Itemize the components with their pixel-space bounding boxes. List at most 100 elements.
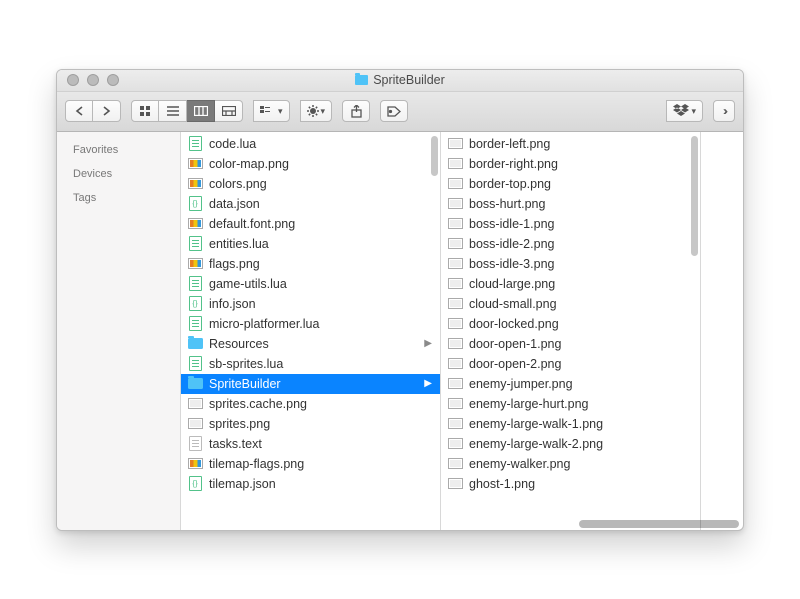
file-icon — [187, 456, 203, 472]
column-1[interactable]: border-left.png border-right.png border-to… — [441, 132, 701, 530]
file-row[interactable]: door-open-1.png — [441, 334, 700, 354]
file-row[interactable]: enemy-large-walk-1.png — [441, 414, 700, 434]
file-name: enemy-walker.png — [469, 457, 570, 471]
file-row[interactable]: boss-idle-1.png — [441, 214, 700, 234]
file-icon — [447, 176, 463, 192]
file-name: colors.png — [209, 177, 267, 191]
file-name: game-utils.lua — [209, 277, 287, 291]
file-row[interactable]: tilemap.json — [181, 474, 440, 494]
file-name: info.json — [209, 297, 256, 311]
file-icon — [187, 396, 203, 412]
file-row[interactable]: cloud-large.png — [441, 274, 700, 294]
action-group: ▾ — [300, 100, 333, 122]
file-name: micro-platformer.lua — [209, 317, 319, 331]
file-row[interactable]: enemy-large-hurt.png — [441, 394, 700, 414]
file-row[interactable]: color-map.png — [181, 154, 440, 174]
horizontal-scroll-thumb[interactable] — [579, 520, 739, 528]
file-row[interactable]: border-left.png — [441, 134, 700, 154]
arrange-button[interactable]: ▾ — [253, 100, 290, 122]
file-name: tilemap-flags.png — [209, 457, 304, 471]
file-row[interactable]: micro-platformer.lua — [181, 314, 440, 334]
file-row[interactable]: sprites.cache.png — [181, 394, 440, 414]
file-row[interactable]: info.json — [181, 294, 440, 314]
file-name: border-right.png — [469, 157, 558, 171]
file-row[interactable]: boss-hurt.png — [441, 194, 700, 214]
nav-buttons — [65, 100, 121, 122]
share-button[interactable] — [342, 100, 370, 122]
horizontal-scrollbar[interactable] — [309, 520, 739, 528]
file-icon — [447, 376, 463, 392]
file-row[interactable]: border-top.png — [441, 174, 700, 194]
zoom-button[interactable] — [107, 74, 119, 86]
file-row[interactable]: data.json — [181, 194, 440, 214]
file-row[interactable]: door-locked.png — [441, 314, 700, 334]
file-row[interactable]: tasks.text — [181, 434, 440, 454]
traffic-lights — [57, 74, 119, 86]
file-name: door-open-1.png — [469, 337, 561, 351]
vertical-scroll-thumb[interactable] — [691, 136, 698, 256]
file-icon — [187, 216, 203, 232]
file-icon — [447, 216, 463, 232]
file-row[interactable]: SpriteBuilder▶ — [181, 374, 440, 394]
file-row[interactable]: cloud-small.png — [441, 294, 700, 314]
file-row[interactable]: flags.png — [181, 254, 440, 274]
file-row[interactable]: entities.lua — [181, 234, 440, 254]
column-0[interactable]: code.lua color-map.png colors.png data.json… — [181, 132, 441, 530]
sidebar-item-tags[interactable]: Tags — [57, 186, 180, 210]
file-name: cloud-large.png — [469, 277, 555, 291]
file-icon — [187, 156, 203, 172]
file-icon — [447, 196, 463, 212]
file-name: tilemap.json — [209, 477, 276, 491]
file-name: boss-hurt.png — [469, 197, 545, 211]
view-columns-button[interactable] — [187, 100, 215, 122]
file-row[interactable]: code.lua — [181, 134, 440, 154]
arrange-group: ▾ — [253, 100, 290, 122]
file-row[interactable]: Resources▶ — [181, 334, 440, 354]
file-row[interactable]: enemy-large-walk-2.png — [441, 434, 700, 454]
dropbox-button[interactable]: ▾ — [666, 100, 703, 122]
file-row[interactable]: door-open-2.png — [441, 354, 700, 374]
view-coverflow-button[interactable] — [215, 100, 243, 122]
titlebar[interactable]: SpriteBuilder — [57, 70, 743, 92]
file-row[interactable]: sprites.png — [181, 414, 440, 434]
file-row[interactable]: enemy-walker.png — [441, 454, 700, 474]
close-button[interactable] — [67, 74, 79, 86]
file-icon — [447, 156, 463, 172]
file-name: boss-idle-1.png — [469, 217, 554, 231]
file-icon — [187, 356, 203, 372]
file-name: door-locked.png — [469, 317, 559, 331]
file-row[interactable]: default.font.png — [181, 214, 440, 234]
tags-button[interactable] — [380, 100, 408, 122]
file-name: color-map.png — [209, 157, 289, 171]
file-row[interactable]: border-right.png — [441, 154, 700, 174]
file-row[interactable]: game-utils.lua — [181, 274, 440, 294]
file-icon — [187, 276, 203, 292]
back-button[interactable] — [65, 100, 93, 122]
file-row[interactable]: enemy-jumper.png — [441, 374, 700, 394]
file-name: enemy-jumper.png — [469, 377, 573, 391]
file-row[interactable]: ghost-1.png — [441, 474, 700, 494]
disclosure-arrow-icon: ▶ — [424, 338, 432, 349]
sidebar-item-favorites[interactable]: Favorites — [57, 138, 180, 162]
chevrons-right-icon: ›› — [723, 104, 725, 118]
file-row[interactable]: boss-idle-3.png — [441, 254, 700, 274]
view-list-button[interactable] — [159, 100, 187, 122]
sidebar-item-devices[interactable]: Devices — [57, 162, 180, 186]
folder-icon — [187, 376, 203, 392]
view-icons-button[interactable] — [131, 100, 159, 122]
file-icon — [187, 136, 203, 152]
file-row[interactable]: boss-idle-2.png — [441, 234, 700, 254]
file-row[interactable]: colors.png — [181, 174, 440, 194]
minimize-button[interactable] — [87, 74, 99, 86]
file-row[interactable]: tilemap-flags.png — [181, 454, 440, 474]
file-icon — [447, 456, 463, 472]
folder-icon — [187, 336, 203, 352]
forward-button[interactable] — [93, 100, 121, 122]
toolbar-overflow-button[interactable]: ›› — [713, 100, 735, 122]
action-button[interactable]: ▾ — [300, 100, 333, 122]
file-row[interactable]: sb-sprites.lua — [181, 354, 440, 374]
file-icon — [187, 316, 203, 332]
file-name: code.lua — [209, 137, 256, 151]
vertical-scroll-thumb[interactable] — [431, 136, 438, 176]
file-name: enemy-large-hurt.png — [469, 397, 589, 411]
